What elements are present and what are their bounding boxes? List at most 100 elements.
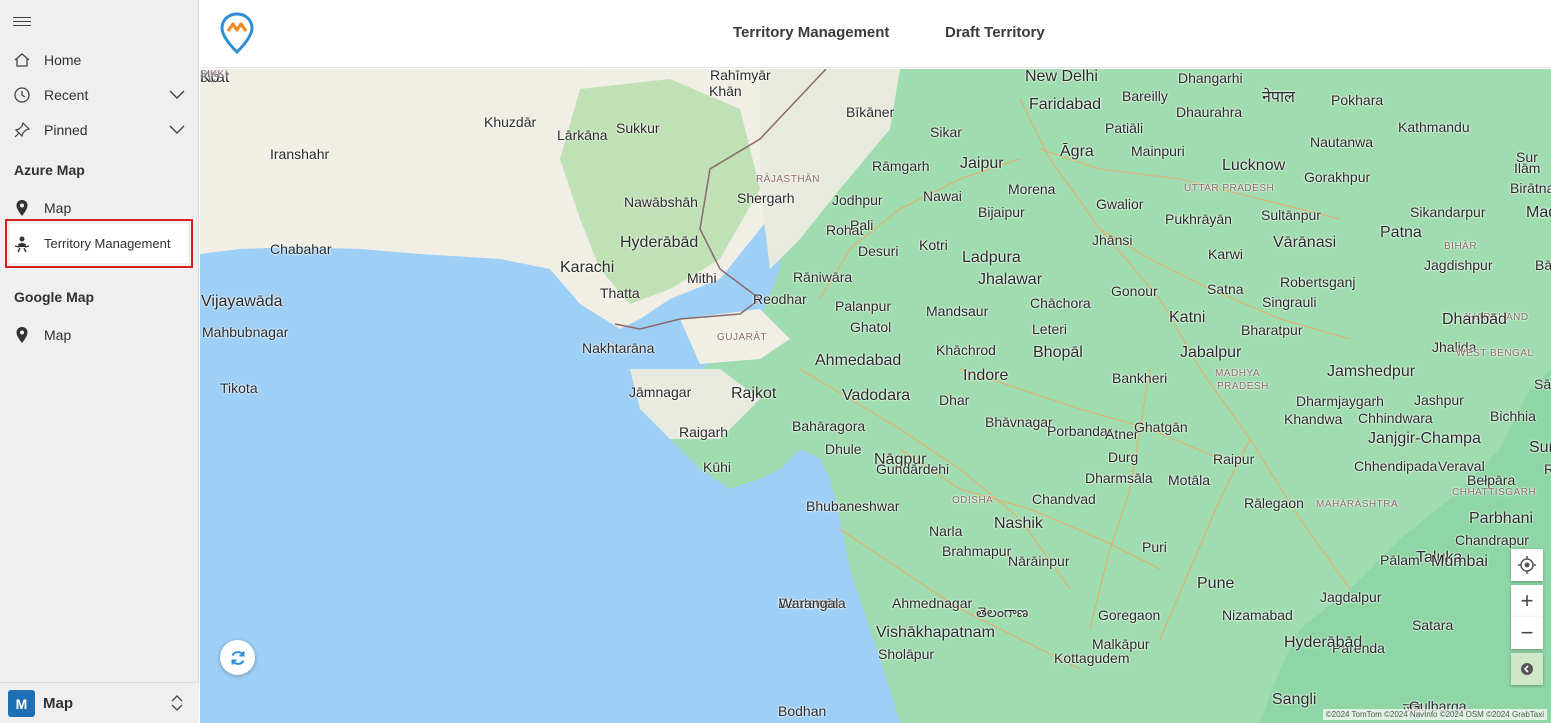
map-place-label: Jodhpur	[832, 192, 883, 208]
map-place-label: Faridabad	[1029, 96, 1102, 113]
map-place-label: Katni	[1169, 309, 1206, 326]
map-place-label: Sikandarpur	[1410, 204, 1486, 220]
map-place-label: Khandwa	[1284, 411, 1343, 427]
chevron-up-down-icon	[171, 695, 183, 711]
map-place-label: Nawābshāh	[624, 194, 698, 210]
map-place-label: Narla	[929, 523, 963, 539]
clock-icon	[14, 87, 30, 103]
map-place-label: Nawai	[923, 188, 962, 204]
my-location-button[interactable]	[1511, 549, 1543, 581]
map-place-label: Bodhan	[778, 703, 827, 719]
sidebar-item-home[interactable]: Home	[0, 42, 199, 77]
map-place-label: Raipur	[1213, 451, 1255, 467]
map-place-label: Vārānasi	[1273, 234, 1337, 251]
tab-territory-management[interactable]: Territory Management	[733, 24, 889, 41]
map-place-label: Jamshedpur	[1327, 363, 1416, 380]
map-place-label: Mandsaur	[926, 303, 989, 319]
map-place-label: Sangli	[1272, 691, 1317, 708]
map-place-label: Karachi	[560, 259, 615, 276]
sidebar-item-recent[interactable]: Recent	[0, 77, 199, 112]
map-place-label: Hyderābād	[1284, 634, 1363, 651]
zoom-in-button[interactable]: +	[1511, 585, 1543, 617]
map-place-label: Vishākhapatnam	[876, 624, 995, 641]
map-place-label: Bāza	[1535, 257, 1551, 273]
map-place-label: Patiāli	[1105, 120, 1144, 136]
map-place-label: Jāmnagar	[629, 384, 692, 400]
map-place-label: Dhanbād	[1442, 311, 1507, 328]
map-place-label: Kotri	[919, 237, 948, 253]
map-place-label: CHHATTISGARH	[1452, 487, 1537, 498]
map-place-label: ODISHA	[952, 495, 994, 506]
map-place-label: Karwi	[1208, 246, 1244, 262]
area-switcher[interactable]: M Map	[0, 682, 199, 723]
app-logo-icon	[220, 12, 254, 54]
map-place-label: Iranshahr	[270, 146, 330, 162]
sidebar-item-pinned[interactable]: Pinned	[0, 112, 199, 147]
map-place-label: Jaipur	[960, 155, 1004, 172]
refresh-button[interactable]	[220, 640, 255, 675]
sidebar-item-google-map[interactable]: Map	[0, 317, 199, 352]
map-place-label: Dharmsāla	[1085, 470, 1153, 486]
map-style-picker-button[interactable]	[1511, 653, 1543, 685]
map-place-label: Bhopāl	[1033, 344, 1083, 361]
map-place-label: Rāniwāra	[793, 269, 853, 285]
map-place-label: Bełpāra	[1467, 472, 1516, 488]
map-place-label: BIHĀR	[1444, 241, 1478, 252]
sidebar: Home Recent Pinned Azure Map Map Territo…	[0, 0, 199, 723]
map-place-label: Nashik	[994, 515, 1043, 532]
map-marker-icon	[16, 327, 28, 343]
map-place-label: Leteri	[1032, 321, 1068, 337]
map-place-label: GUJARĀT	[717, 332, 768, 343]
map-place-label: Jagdalpur	[1320, 589, 1382, 605]
chevron-down-icon[interactable]	[168, 87, 186, 101]
map-place-label: Dhar	[939, 392, 970, 408]
map-place-label: Nārāinpur	[1008, 553, 1070, 569]
map-place-label: Chandvad	[1032, 491, 1096, 507]
map-place-label: MAHĀRĀSHTRA	[1316, 499, 1399, 510]
map-place-label: Birātnagar	[1510, 180, 1551, 196]
group-header-google-map: Google Map	[14, 289, 95, 305]
map-canvas[interactable]: PAKISTAN RahīmyārKhān New Delhi Dhangarhi ने…	[200, 69, 1551, 723]
map-place-label: Janjgir-Champa	[1368, 430, 1481, 447]
map-place-label: Bijaipur	[978, 204, 1025, 220]
map-place-label: SIKKI	[200, 69, 229, 80]
map-place-label: Ahmedabad	[815, 352, 902, 369]
map-place-label: New Delhi	[1025, 69, 1098, 85]
map-place-label: Dhangarhi	[1178, 70, 1243, 86]
refresh-icon	[231, 650, 244, 665]
hamburger-menu-icon[interactable]	[13, 14, 31, 30]
map-place-label: Dharmjaygarh	[1296, 393, 1384, 409]
map-place-label: Jagdishpur	[1424, 257, 1493, 273]
map-place-label: Nautanwa	[1310, 134, 1374, 150]
sidebar-item-territory-management[interactable]: Territory Management	[0, 226, 199, 261]
map-place-label: Madhipura	[1526, 204, 1551, 221]
map-place-label: Kūhi	[703, 459, 732, 475]
map-place-label: Mumbai	[1431, 553, 1488, 570]
map-marker-icon	[16, 200, 28, 216]
map-place-label: Bharatpur	[1241, 322, 1303, 338]
chevron-down-icon[interactable]	[168, 122, 186, 136]
group-header-azure-map: Azure Map	[14, 162, 85, 178]
map-place-label: Pune	[1197, 575, 1235, 592]
map-place-label: Hyderābād	[620, 234, 699, 251]
map-place-label: Thatta	[600, 285, 640, 301]
map-place-label: Bareilly	[1122, 88, 1168, 104]
map-place-label: Morena	[1008, 181, 1056, 197]
map-place-label: Gonour	[1111, 283, 1158, 299]
map-place-label: Khuzdār	[484, 114, 537, 130]
tab-draft-territory[interactable]: Draft Territory	[945, 24, 1045, 41]
map-place-label: Kottagudem	[1054, 650, 1130, 666]
map-place-label: UTTAR PRADESH	[1184, 183, 1275, 194]
map-place-label: Robertsganj	[1280, 274, 1356, 290]
map-place-label: Tikota	[220, 380, 258, 396]
zoom-out-button[interactable]: −	[1511, 617, 1543, 649]
pin-icon	[14, 121, 31, 138]
home-icon	[14, 53, 30, 67]
map-place-label: తెలంగాణ	[976, 604, 1029, 620]
sidebar-item-label: Pinned	[44, 121, 88, 138]
map-place-label: नेपाल	[1262, 89, 1295, 106]
map-place-label: Vadodara	[842, 387, 911, 404]
map-place-label: Parbhani	[1469, 510, 1534, 527]
map-place-label: Gwalior	[1096, 196, 1144, 212]
map-place-label: PAKISTAN	[565, 69, 617, 71]
